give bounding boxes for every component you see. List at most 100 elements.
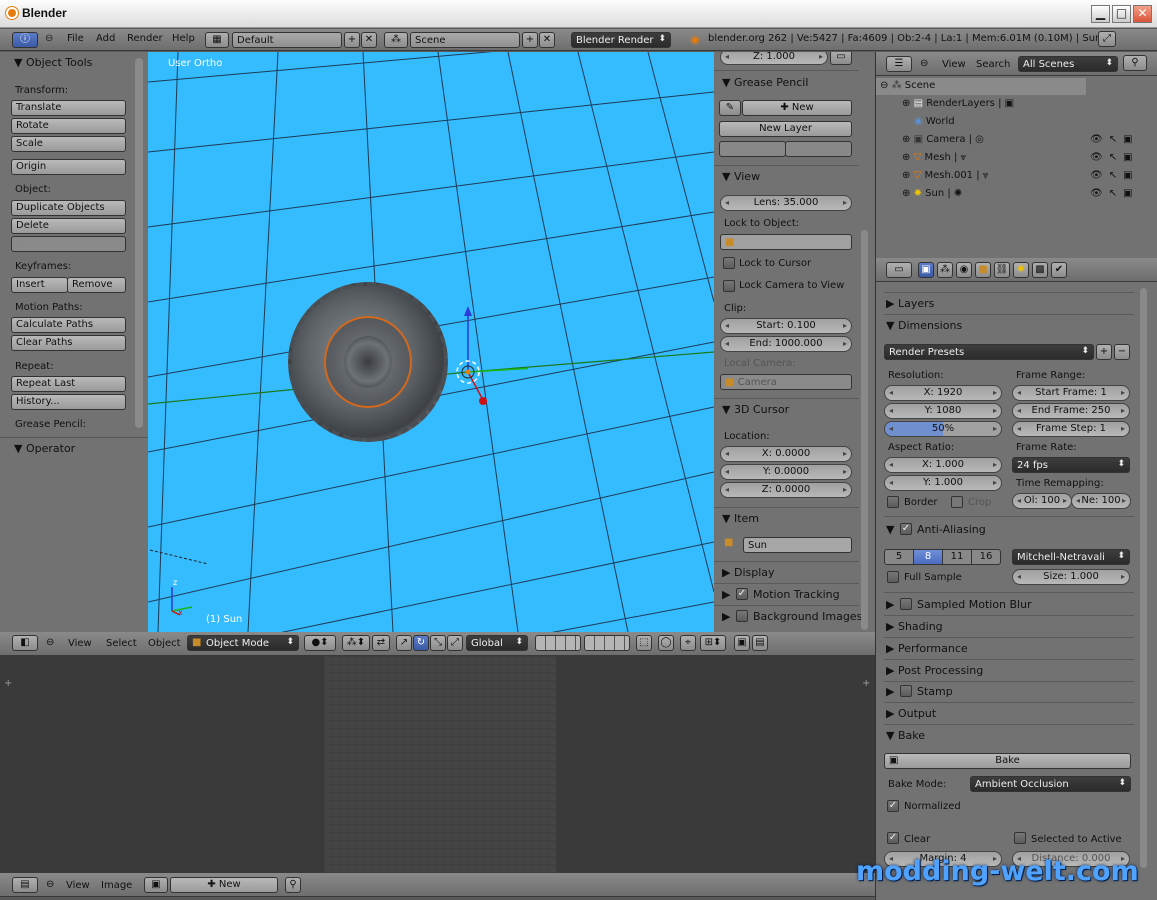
screen-layout-icon[interactable]: ▦ bbox=[205, 32, 229, 48]
layer-lock-icon[interactable]: ⬚ bbox=[636, 635, 652, 651]
clip-end-field[interactable]: End: 1000.000 bbox=[720, 336, 852, 352]
manipulator-icon[interactable]: ⇄ bbox=[372, 635, 390, 651]
item-name-field[interactable]: Sun bbox=[743, 537, 852, 553]
aa-11-button[interactable]: 11 bbox=[942, 549, 972, 565]
lock-object-field[interactable]: ■ bbox=[720, 234, 852, 250]
camera-row[interactable]: ⊕ ▣ Camera | ◎ bbox=[902, 134, 984, 145]
outliner-filter-select[interactable]: All Scenes bbox=[1018, 56, 1118, 72]
repeat-last-button[interactable]: Repeat Last bbox=[11, 376, 126, 392]
calculate-paths-button[interactable]: Calculate Paths bbox=[11, 317, 126, 333]
remove-preset-icon[interactable]: − bbox=[1114, 344, 1130, 360]
translate-button[interactable]: Translate bbox=[11, 100, 126, 116]
mesh001-row[interactable]: ⊕ ▽ Mesh.001 | ⩔ bbox=[902, 170, 988, 181]
grease-new-button[interactable]: ✚ New bbox=[742, 100, 852, 116]
data-tab-icon[interactable]: ✹ bbox=[1013, 262, 1029, 278]
crop-checkbox[interactable] bbox=[951, 496, 963, 508]
image-editor-type-icon[interactable]: ▤ bbox=[12, 877, 38, 893]
post-processing-header[interactable]: ▶ Post Processing bbox=[886, 664, 983, 677]
rotate-button[interactable]: Rotate bbox=[11, 118, 126, 134]
aa-8-button[interactable]: 8 bbox=[913, 549, 943, 565]
image-browse-icon[interactable]: ▣ bbox=[144, 877, 168, 893]
new-layer-button[interactable]: New Layer bbox=[719, 121, 852, 137]
layers-2-grid[interactable] bbox=[584, 635, 630, 651]
menu-file[interactable]: File bbox=[67, 33, 84, 44]
add-scene-icon[interactable]: + bbox=[522, 32, 538, 48]
duplicate-objects-button[interactable]: Duplicate Objects bbox=[11, 200, 126, 216]
z-lock-icon[interactable]: ▭ bbox=[830, 52, 852, 65]
info-editor-icon[interactable]: ⓘ bbox=[12, 32, 38, 48]
tool-shelf-scrollbar[interactable] bbox=[135, 58, 143, 428]
display-header[interactable]: ▶ Display bbox=[722, 566, 775, 579]
remove-keyframe-button[interactable]: Remove bbox=[67, 277, 126, 293]
view-header[interactable]: ▼ View bbox=[722, 170, 760, 183]
aspect-x-field[interactable]: X: 1.000 bbox=[884, 457, 1002, 473]
motion-tracking-header[interactable]: ▶ bbox=[722, 588, 730, 601]
old-field[interactable]: Ol: 100 bbox=[1012, 493, 1072, 509]
physics-tab-icon[interactable]: ✔ bbox=[1051, 262, 1067, 278]
rotate-manip-icon[interactable]: ↻ bbox=[413, 635, 429, 651]
close-button[interactable]: ✕ bbox=[1133, 5, 1152, 23]
sun-visibility-icons[interactable]: 👁↖▣ bbox=[1090, 188, 1139, 199]
3d-viewport[interactable]: User Ortho z x (1) Sun bbox=[148, 52, 714, 632]
collapse-icon[interactable]: ⊖ bbox=[45, 33, 53, 44]
minimize-button[interactable]: ▁ bbox=[1091, 5, 1110, 23]
bake-header[interactable]: ▼ Bake bbox=[886, 729, 925, 742]
cursor-y-field[interactable]: Y: 0.0000 bbox=[720, 464, 852, 480]
end-frame-field[interactable]: End Frame: 250 bbox=[1012, 403, 1130, 419]
dimensions-header[interactable]: ▼ Dimensions bbox=[886, 319, 962, 332]
outliner-type-icon[interactable]: ☰ bbox=[886, 56, 912, 72]
scene-field[interactable]: Scene bbox=[410, 32, 520, 48]
normalized-checkbox[interactable]: ✓ bbox=[887, 800, 899, 812]
full-sample-checkbox[interactable] bbox=[887, 571, 899, 583]
transform-gizmo[interactable] bbox=[408, 302, 528, 422]
scene-tab-icon[interactable]: ⁂ bbox=[937, 262, 953, 278]
output-header[interactable]: ▶ Output bbox=[886, 707, 936, 720]
add-screen-icon[interactable]: + bbox=[344, 32, 360, 48]
image-menu-view[interactable]: View bbox=[66, 880, 90, 891]
outliner-menu-view[interactable]: View bbox=[942, 59, 966, 70]
join-button[interactable]: Join bbox=[11, 236, 126, 252]
orientation-icon[interactable]: ⤢ bbox=[447, 635, 463, 651]
bg-images-checkbox[interactable] bbox=[736, 610, 748, 622]
add-preset-icon[interactable]: + bbox=[1096, 344, 1112, 360]
fullscreen-icon[interactable]: ⤢ bbox=[1098, 31, 1116, 47]
constraints-tab-icon[interactable]: ⛓ bbox=[994, 262, 1010, 278]
render-tab-icon[interactable]: ▣ bbox=[918, 262, 934, 278]
layers-1-grid[interactable] bbox=[535, 635, 581, 651]
outliner-menu-search[interactable]: Search bbox=[976, 59, 1010, 70]
object-tab-icon[interactable]: ■ bbox=[975, 262, 991, 278]
3d-cursor-header[interactable]: ▼ 3D Cursor bbox=[722, 403, 789, 416]
origin-button[interactable]: Origin bbox=[11, 159, 126, 175]
clip-start-field[interactable]: Start: 0.100 bbox=[720, 318, 852, 334]
bake-button[interactable]: ▣ Bake bbox=[884, 753, 1131, 769]
new-field[interactable]: Ne: 100 bbox=[1071, 493, 1131, 509]
stamp-checkbox[interactable] bbox=[900, 685, 912, 697]
delete-frame-button[interactable]: Delete Frame bbox=[719, 141, 786, 157]
menu-help[interactable]: Help bbox=[172, 33, 195, 44]
snap-element-icon[interactable]: ⊞⬍ bbox=[700, 635, 726, 651]
bg-images-header[interactable]: ▶ bbox=[722, 610, 730, 623]
fps-select[interactable]: 24 fps bbox=[1012, 457, 1130, 473]
res-y-field[interactable]: Y: 1080 bbox=[884, 403, 1002, 419]
scene-row[interactable]: ⊖ ⁂ Scene bbox=[880, 80, 935, 91]
image-editor[interactable]: + + bbox=[0, 656, 875, 873]
outliner-collapse-icon[interactable]: ⊖ bbox=[920, 58, 928, 69]
snap-icon[interactable]: ⌖ bbox=[680, 635, 696, 651]
shading-header[interactable]: ▶ Shading bbox=[886, 620, 943, 633]
lens-field[interactable]: Lens: 35.000 bbox=[720, 195, 852, 211]
anti-aliasing-header[interactable]: ▼ bbox=[886, 523, 894, 536]
outliner-search-icon[interactable]: ⚲ bbox=[1123, 55, 1147, 71]
aspect-y-field[interactable]: Y: 1.000 bbox=[884, 475, 1002, 491]
res-percent-field[interactable]: 50% bbox=[884, 421, 1002, 437]
render-presets-select[interactable]: Render Presets bbox=[884, 344, 1094, 360]
props-scrollbar[interactable] bbox=[861, 230, 868, 630]
right-plus-icon[interactable]: + bbox=[862, 678, 870, 689]
menu-object[interactable]: Object bbox=[148, 638, 181, 649]
remove-screen-icon[interactable]: ✕ bbox=[361, 32, 377, 48]
pivot-icon[interactable]: ⁂⬍ bbox=[342, 635, 370, 651]
res-x-field[interactable]: X: 1920 bbox=[884, 385, 1002, 401]
lock-camera-checkbox[interactable] bbox=[723, 280, 735, 292]
motion-blur-header[interactable]: ▶ bbox=[886, 598, 894, 611]
anti-aliasing-checkbox[interactable]: ✓ bbox=[900, 523, 912, 535]
left-plus-icon[interactable]: + bbox=[4, 678, 12, 689]
